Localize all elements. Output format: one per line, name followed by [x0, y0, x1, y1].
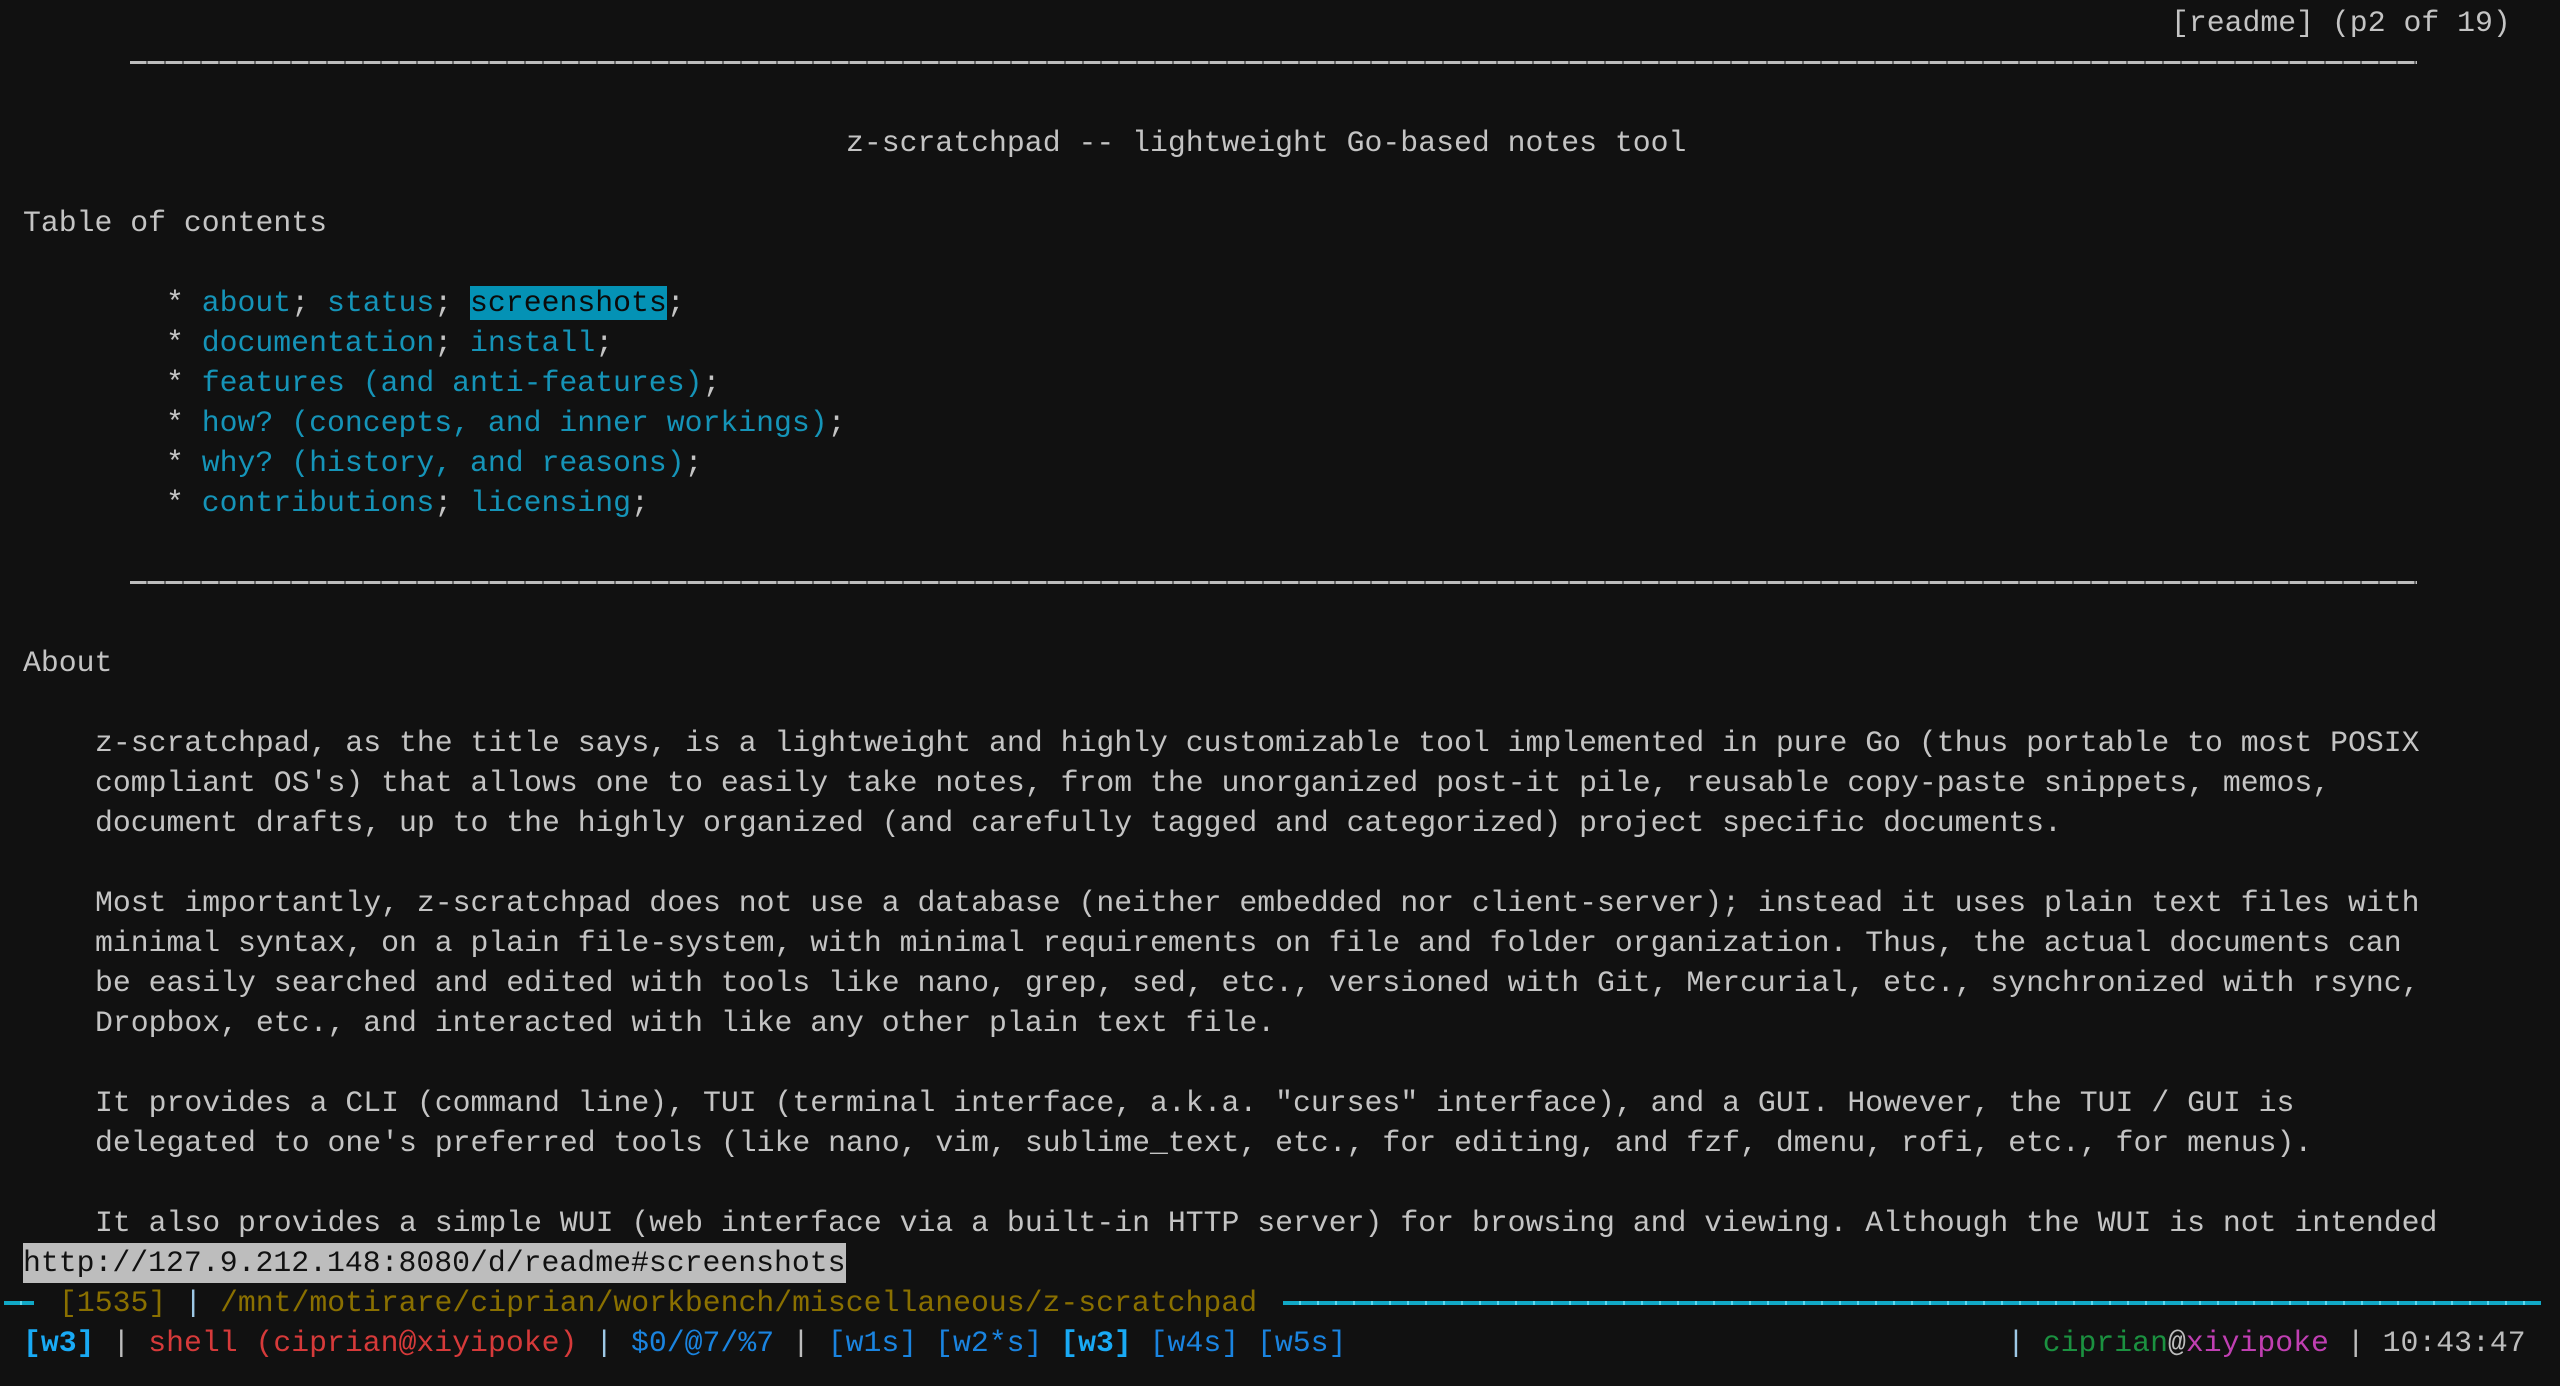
toc-item-row: * about; status; screenshots; — [166, 283, 685, 323]
tmux-window-tab[interactable]: [w5s] — [1257, 1326, 1346, 1360]
separator: ; — [291, 286, 310, 320]
toc-link[interactable]: licensing — [470, 486, 631, 520]
clock: 10:43:47 — [2382, 1326, 2526, 1360]
window-list: [w1s] [w2*s] [w3] [w4s] [w5s] — [828, 1326, 1347, 1360]
tmux-status-left: [w3] | shell (ciprian@xiyipoke) | $0/@7/… — [23, 1323, 1346, 1363]
pane-border-status: [1535] | /mnt/motirare/ciprian/workbench… — [59, 1283, 1257, 1323]
tmux-window-tab[interactable]: [w4s] — [1150, 1326, 1239, 1360]
bullet: * — [166, 446, 184, 480]
paragraph-line: It also provides a simple WUI (web inter… — [95, 1206, 2438, 1240]
toc-item-row: * contributions; licensing; — [166, 483, 649, 523]
bullet: * — [166, 366, 184, 400]
page-indicator: [readme] (p2 of 19) — [2171, 6, 2511, 40]
separator: ; — [434, 326, 453, 360]
pane-title: shell (ciprian@xiyipoke) — [148, 1326, 578, 1360]
paragraph-line: Most importantly, z-scratchpad does not … — [95, 886, 2420, 920]
toc-link[interactable]: why? (history, and reasons) — [202, 446, 685, 480]
separator: | — [112, 1326, 131, 1360]
about-heading: About — [23, 646, 113, 680]
current-path: /mnt/motirare/ciprian/workbench/miscella… — [219, 1286, 1258, 1320]
toc-link[interactable]: features (and anti-features) — [202, 366, 703, 400]
toc-link[interactable]: documentation — [202, 326, 434, 360]
separator: ; — [702, 366, 721, 400]
separator: | — [184, 1286, 203, 1320]
pane-border-line — [1283, 1301, 2541, 1305]
separator: ; — [434, 286, 453, 320]
separator: | — [791, 1326, 810, 1360]
paragraph-line: z-scratchpad, as the title says, is a li… — [95, 726, 2420, 760]
link-url-status: http://127.9.212.148:8080/d/readme#scree… — [23, 1243, 846, 1283]
at-sign: @ — [2167, 1326, 2186, 1360]
toc-link[interactable]: status — [327, 286, 434, 320]
document-title: z-scratchpad -- lightweight Go-based not… — [846, 126, 1687, 160]
toc-link[interactable]: how? (concepts, and inner workings) — [202, 406, 828, 440]
separator: ; — [827, 406, 846, 440]
toc-heading: Table of contents — [23, 206, 327, 240]
separator: ; — [630, 486, 649, 520]
separator: ; — [434, 486, 453, 520]
toc-item-row: * how? (concepts, and inner workings); — [166, 403, 846, 443]
tmux-window-tab[interactable]: [w3] — [1060, 1326, 1132, 1360]
toc-link[interactable]: install — [470, 326, 595, 360]
session-name: [w3] — [23, 1326, 95, 1360]
toc-link[interactable]: contributions — [202, 486, 434, 520]
tmux-window-tab[interactable]: [w1s] — [828, 1326, 917, 1360]
toc-link[interactable]: about — [202, 286, 291, 320]
tmux-status-right: | ciprian@xiyipoke | 10:43:47 — [2007, 1323, 2526, 1363]
toc-item-row: * documentation; install; — [166, 323, 613, 363]
paragraph-line: minimal syntax, on a plain file-system, … — [95, 926, 2402, 960]
separator: ; — [595, 326, 614, 360]
separator: | — [595, 1326, 614, 1360]
horizontal-rule — [130, 581, 2417, 584]
line-count: [1535] — [59, 1286, 167, 1320]
separator: | — [2007, 1326, 2025, 1360]
user-name: ciprian — [2042, 1326, 2168, 1360]
paragraph-line: document drafts, up to the highly organi… — [95, 806, 2062, 840]
toc-item-row: * why? (history, and reasons); — [166, 443, 702, 483]
paragraph-line: delegated to one's preferred tools (like… — [95, 1126, 2313, 1160]
separator: ; — [684, 446, 703, 480]
separator: ; — [666, 286, 685, 320]
horizontal-rule — [130, 61, 2417, 64]
bullet: * — [166, 486, 184, 520]
pane-border-line — [4, 1301, 34, 1305]
bullet: * — [166, 406, 184, 440]
paragraph-line: be easily searched and edited with tools… — [95, 966, 2420, 1000]
paragraph-line: Dropbox, etc., and interacted with like … — [95, 1006, 1276, 1040]
tmux-ids: $0/@7/%7 — [631, 1326, 775, 1360]
tmux-window-tab[interactable]: [w2*s] — [935, 1326, 1042, 1360]
separator: | — [2346, 1326, 2365, 1360]
bullet: * — [166, 326, 184, 360]
host-name: xiyipoke — [2185, 1326, 2329, 1360]
toc-item-row: * features (and anti-features); — [166, 363, 720, 403]
paragraph-line: It provides a CLI (command line), TUI (t… — [95, 1086, 2295, 1120]
paragraph-line: compliant OS's) that allows one to easil… — [95, 766, 2331, 800]
bullet: * — [166, 286, 184, 320]
toc-link[interactable]: screenshots — [470, 286, 667, 320]
